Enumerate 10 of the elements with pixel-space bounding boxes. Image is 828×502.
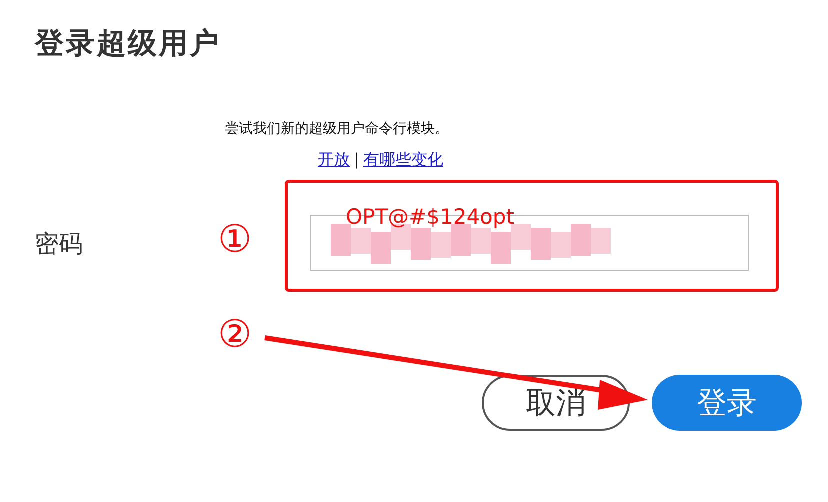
notice-text: 尝试我们新的超级用户命令行模块。 (225, 120, 449, 138)
step-marker: ① (218, 220, 252, 258)
link-separator: | (354, 150, 360, 171)
annotation-text: OPT@#$124opt (346, 205, 514, 229)
step-marker: ② (218, 315, 252, 353)
login-button[interactable]: 登录 (652, 375, 802, 431)
link[interactable]: 有哪些变化 (363, 150, 444, 171)
dialog-title: 登录超级用户 (35, 25, 221, 62)
link[interactable]: 开放 (318, 150, 350, 171)
password-label: 密码 (35, 229, 83, 260)
